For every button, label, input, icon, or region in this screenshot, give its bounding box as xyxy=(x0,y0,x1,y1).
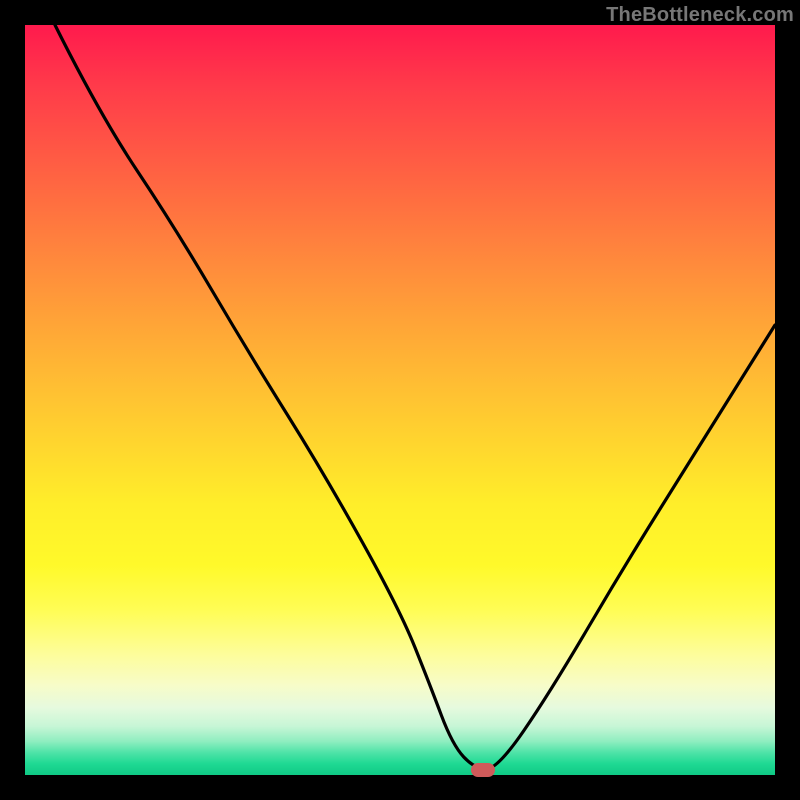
chart-frame: TheBottleneck.com xyxy=(0,0,800,800)
watermark-text: TheBottleneck.com xyxy=(606,4,794,27)
bottleneck-curve xyxy=(25,25,775,775)
chart-plot-area xyxy=(25,25,775,775)
optimal-point-marker xyxy=(471,763,495,777)
